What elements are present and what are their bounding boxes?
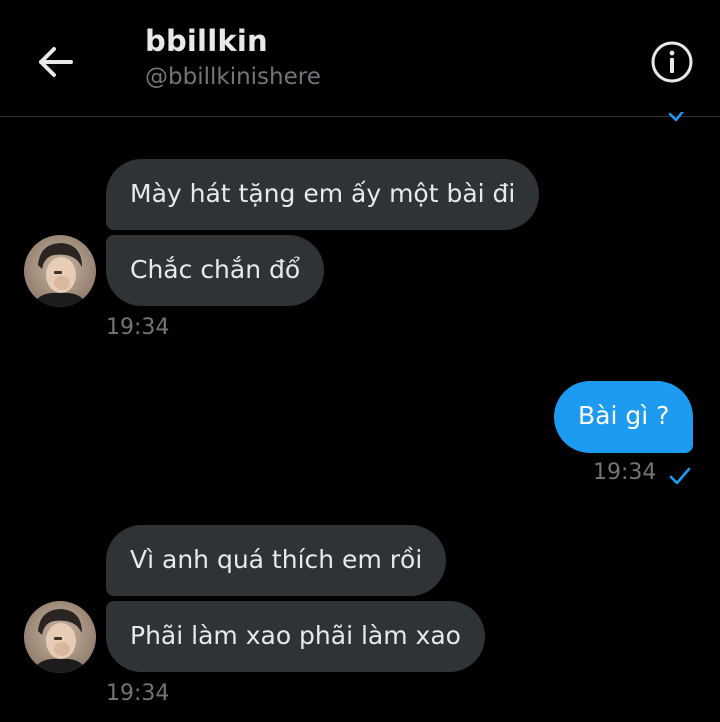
avatar-image (24, 235, 96, 307)
info-icon (651, 41, 693, 83)
conversation-title[interactable]: bbillkin (145, 24, 268, 58)
message-timestamp: 19:34 (106, 315, 170, 340)
avatar[interactable] (24, 235, 96, 307)
arrow-left-icon (39, 47, 73, 77)
previous-check-icon (668, 112, 686, 122)
received-message-bubble[interactable]: Vì anh quá thích em rồi (106, 525, 447, 596)
sent-message-bubble[interactable]: Bài gì ? (554, 381, 694, 453)
back-button[interactable] (36, 42, 76, 82)
header-divider (0, 116, 720, 117)
conversation-header: bbillkin @bbillkinishere (0, 0, 720, 116)
message-timestamp: 19:34 (106, 681, 170, 706)
received-message-bubble[interactable]: Phãi làm xao phãi làm xao (106, 601, 485, 672)
message-timestamp: 19:34 (593, 460, 657, 485)
avatar[interactable] (24, 601, 96, 673)
info-button[interactable] (650, 40, 694, 84)
received-message-bubble[interactable]: Chắc chắn đổ (106, 235, 325, 306)
check-icon (669, 467, 691, 485)
avatar-image (24, 601, 96, 673)
received-message-bubble[interactable]: Mày hát tặng em ấy một bài đi (106, 159, 540, 230)
conversation-handle[interactable]: @bbillkinishere (145, 64, 321, 90)
